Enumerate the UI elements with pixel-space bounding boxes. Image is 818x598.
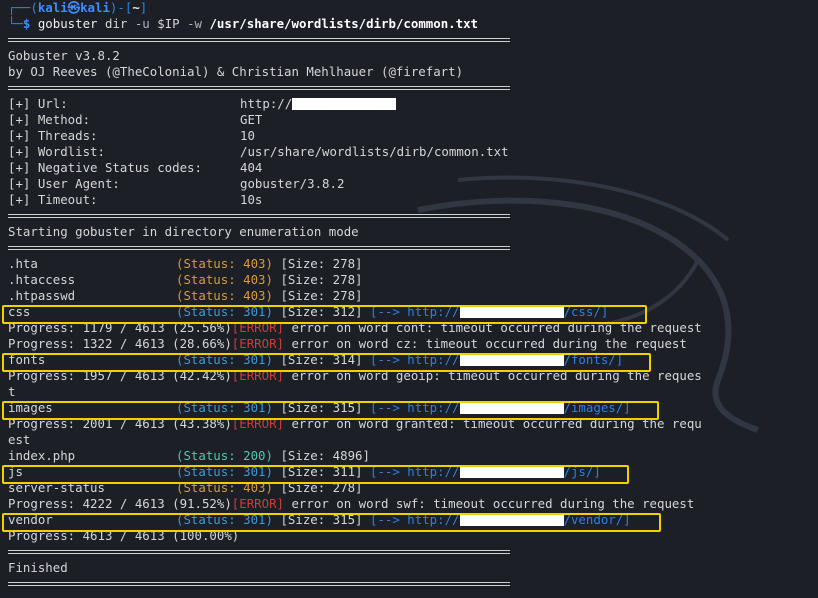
separator [8,576,818,592]
config-row-user-agent: [+] User Agent: gobuster/3.8.2 [8,176,345,191]
redacted-host [459,306,564,318]
separator [8,208,818,224]
config-row-method: [+] Method: GET [8,112,263,127]
result-row-js: js (Status: 301) [Size: 311] [--> http://… [8,464,601,479]
result-row-server-status: server-status (Status: 403) [Size: 278] [8,480,363,495]
progress-line-wrap: t [8,384,16,399]
start-message: Starting gobuster in directory enumerati… [8,224,359,239]
banner-version: Gobuster v3.8.2 [8,48,120,63]
banner-authors: by OJ Reeves (@TheColonial) & Christian … [8,64,464,79]
progress-line: Progress: 2001 / 4613 (43.38%)[ERROR] er… [8,416,702,431]
result-row-images: images (Status: 301) [Size: 315] [--> htt… [8,400,631,415]
redacted-host [459,354,564,366]
command-wordlist-arg: /usr/share/wordlists/dirb/common.txt [202,16,479,31]
result-row-vendor: vendor (Status: 301) [Size: 315] [--> htt… [8,512,631,527]
separator [8,80,818,96]
result-row-htpasswd: .htpasswd (Status: 403) [Size: 278] [8,288,363,303]
result-row-hta: .hta (Status: 403) [Size: 278] [8,256,363,271]
progress-line: Progress: 4222 / 4613 (91.52%)[ERROR] er… [8,496,695,511]
redacted-host [459,466,564,478]
terminal-output: ┌──(kali㉿kali)-[~] └─$ gobuster dir -u $… [8,0,818,592]
finished-message: Finished [8,560,68,575]
config-row-timeout: [+] Timeout: 10s [8,192,263,207]
result-row-index: index.php (Status: 200) [Size: 4896] [8,448,370,463]
progress-line: Progress: 1179 / 4613 (25.56%)[ERROR] er… [8,320,702,335]
redacted-host [459,514,564,526]
progress-line: Progress: 1322 / 4613 (28.66%)[ERROR] er… [8,336,687,351]
config-row-wordlist: [+] Wordlist:/usr/share/wordlists/dirb/c… [8,144,509,159]
result-row-htaccess: .htaccess (Status: 403) [Size: 278] [8,272,363,287]
progress-final: Progress: 4613 / 4613 (100.00%) [8,528,240,543]
result-row-fonts: fonts (Status: 301) [Size: 314] [--> http… [8,352,624,367]
prompt-line-1: ┌──(kali㉿kali)-[~] [8,0,148,15]
config-row-url: [+] Url: http:// [8,96,818,112]
separator [8,32,818,48]
prompt-user: kali㉿kali [37,0,110,15]
separator [8,544,818,560]
result-row-css: css (Status: 301) [Size: 312] [--> http:/… [8,304,609,319]
redacted-host [459,402,564,414]
separator [8,240,818,256]
prompt-line-2[interactable]: └─$ gobuster dir -u $IP -w /usr/share/wo… [8,16,818,32]
prompt-cwd: ~ [132,0,140,15]
progress-line: Progress: 1957 / 4613 (42.42%)[ERROR] er… [8,368,702,383]
progress-line-wrap: est [8,432,31,447]
config-row-threads: [+] Threads: 10 [8,128,255,143]
command-name: gobuster [37,16,98,31]
config-row-negative-status: [+] Negative Status codes: 404 [8,160,263,175]
redacted-host [292,98,397,110]
